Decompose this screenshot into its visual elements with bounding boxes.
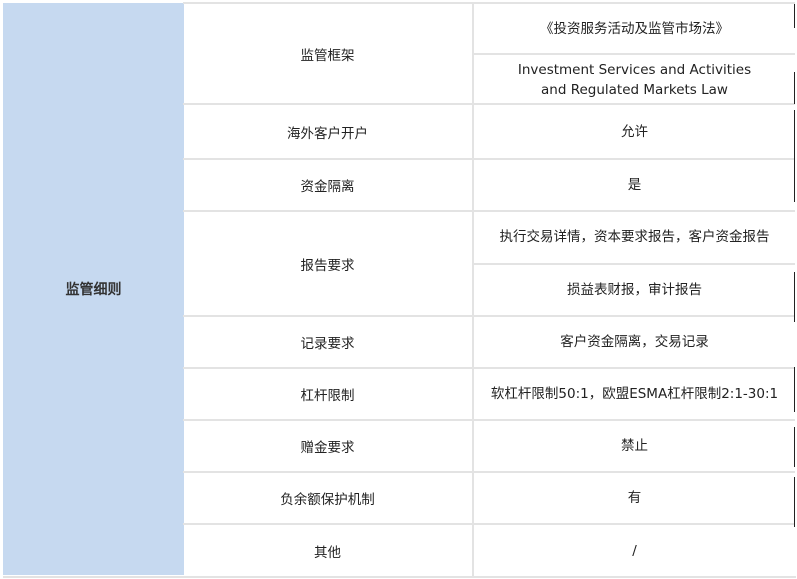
- row-value: 是: [627, 177, 642, 193]
- row-value: 执行交易详情，资本要求报告，客户资金报告 损益表财报，审计报告: [474, 212, 795, 315]
- row-value: 允许: [621, 123, 648, 140]
- row-value-line: 损益表财报，审计报告: [474, 262, 795, 316]
- row-label: 海外客户开户: [183, 105, 474, 158]
- category-label: 监管细则: [65, 282, 122, 298]
- table-row-negative-balance: 负余额保护机制 有: [183, 471, 795, 523]
- table-bottom-border: [3, 576, 796, 578]
- row-value: 《投资服务活动及监管市场法》 Investment Services and A…: [474, 4, 795, 104]
- right-edge-line: [794, 427, 795, 467]
- row-label: 其他: [183, 525, 474, 576]
- table-row-bonus: 赠金要求 禁止: [183, 419, 795, 471]
- right-edge-line: [794, 272, 795, 322]
- table-row-reporting: 报告要求 执行交易详情，资本要求报告，客户资金报告 损益表财报，审计报告: [183, 210, 795, 315]
- row-label: 资金隔离: [183, 160, 474, 210]
- table-row-fund-segregation: 资金隔离 是: [183, 158, 795, 210]
- row-value-line: 《投资服务活动及监管市场法》: [540, 20, 729, 37]
- table-row-framework: 监管框架 《投资服务活动及监管市场法》 Investment Services …: [183, 2, 795, 104]
- row-label: 赠金要求: [183, 421, 474, 471]
- category-cell: 监管细则: [3, 3, 184, 575]
- row-label: 报告要求: [183, 212, 474, 315]
- right-edge-line: [794, 110, 795, 202]
- table-row-other: 其他 /: [183, 523, 795, 576]
- row-label: 负余额保护机制: [183, 473, 474, 523]
- right-edge-line: [794, 477, 795, 527]
- row-value-line: Investment Services and Activities and R…: [474, 53, 795, 104]
- row-label: 监管框架: [183, 4, 474, 104]
- row-value-line: 执行交易详情，资本要求报告，客户资金报告: [499, 229, 770, 246]
- regulation-table: 监管细则 监管框架 《投资服务活动及监管市场法》 Investment Serv…: [2, 2, 796, 578]
- table-row-leverage: 杠杆限制 软杠杆限制50:1，欧盟ESMA杠杆限制2:1-30:1: [183, 367, 795, 419]
- right-edge-line: [794, 367, 795, 412]
- right-edge-line: [794, 72, 795, 104]
- row-value: 软杠杆限制50:1，欧盟ESMA杠杆限制2:1-30:1: [490, 386, 779, 402]
- row-value: 客户资金隔离，交易记录: [560, 334, 709, 350]
- table-row-overseas-accounts: 海外客户开户 允许: [183, 103, 795, 158]
- row-value: 禁止: [621, 438, 648, 454]
- table-row-record-keeping: 记录要求 客户资金隔离，交易记录: [183, 315, 795, 367]
- row-label: 杠杆限制: [183, 369, 474, 419]
- row-label: 记录要求: [183, 317, 474, 367]
- row-value: /: [632, 542, 637, 559]
- right-edge-line: [794, 4, 795, 28]
- row-value: 有: [627, 490, 642, 506]
